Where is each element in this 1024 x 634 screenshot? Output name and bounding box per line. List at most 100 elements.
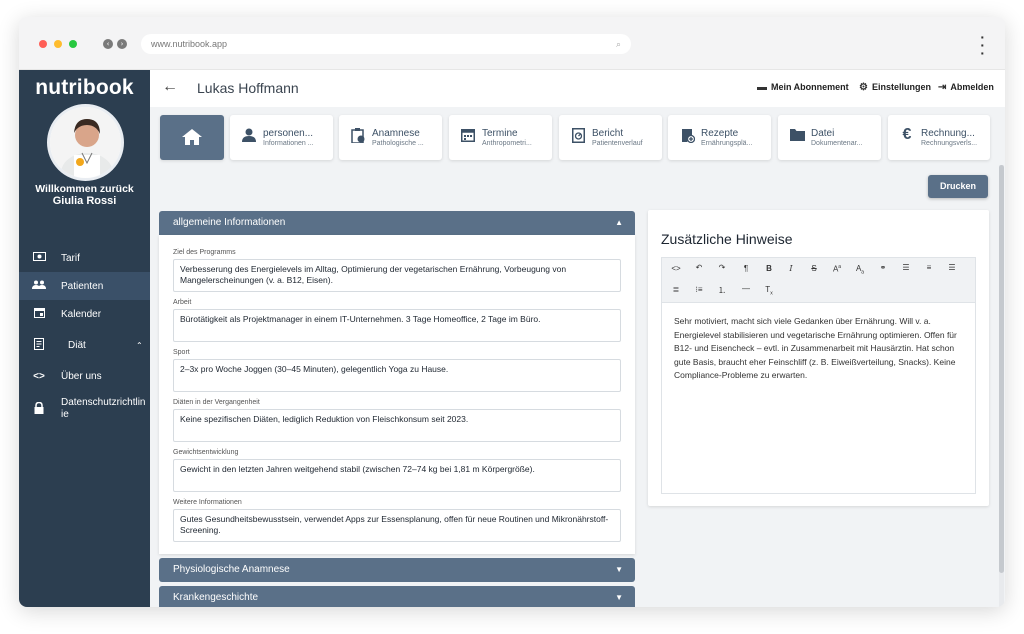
sidebar-item-label: Tarif (61, 252, 80, 264)
field-label: Gewichtsentwicklung (173, 449, 239, 456)
section-title: Krankengeschichte (173, 592, 259, 603)
avatar (47, 104, 124, 181)
editor-toolbar: <> ↶ ↷ ¶ B I S Aa Aa ⚭ ☰ ≡ ☰ ≣ ⁝≡ ⒈ — Tx (661, 257, 976, 303)
people-icon (32, 280, 46, 292)
clear-format-icon[interactable]: Tx (762, 285, 776, 297)
clipboard-icon (349, 128, 367, 147)
general-info-header[interactable]: allgemeine Informationen ▲ (159, 211, 635, 235)
general-info-panel: Ziel des Programms Verbesserung des Ener… (159, 235, 635, 554)
close-window-dot[interactable] (39, 40, 47, 48)
tab-subtitle: Rechnungsverls... (921, 140, 978, 147)
notes-editor[interactable]: Sehr motiviert, macht sich viele Gedanke… (661, 303, 976, 494)
page-header: ← Lukas Hoffmann ▬ Mein Abonnement ⚙ Einst… (150, 70, 1005, 107)
tab-rechnung[interactable]: € Rechnung... Rechnungsverls... (888, 115, 990, 160)
url-bar[interactable]: www.nutribook.app ⌕ (141, 34, 631, 54)
field-label: Weitere Informationen (173, 499, 242, 506)
back-arrow-icon[interactable]: ← (162, 78, 178, 96)
calendar-icon (459, 128, 477, 146)
link-icon[interactable]: ⚭ (876, 263, 890, 272)
url-text: www.nutribook.app (151, 39, 228, 49)
subscription-label: Mein Abonnement (771, 82, 849, 92)
chevron-down-icon: ▼ (615, 565, 623, 574)
horizontal-rule-icon[interactable]: — (739, 284, 753, 293)
tab-title: Rezepte (701, 128, 739, 139)
logout-label: Abmelden (950, 82, 994, 92)
diet-icon (32, 337, 46, 353)
subscription-link[interactable]: ▬ Mein Abonnement (757, 82, 849, 93)
tab-subtitle: Ernährungsplä... (701, 140, 753, 147)
field-label: Ziel des Programms (173, 249, 236, 256)
italic-icon[interactable]: I (784, 264, 798, 273)
page-title: Lukas Hoffmann (197, 80, 299, 96)
field-label: Sport (173, 349, 190, 356)
recipe-icon (678, 128, 696, 147)
strikethrough-icon[interactable]: S (807, 264, 821, 273)
bold-icon[interactable]: B (762, 264, 776, 273)
redo-icon[interactable]: ↷ (715, 263, 729, 272)
tab-title: Bericht (592, 128, 624, 139)
scrollbar-thumb[interactable] (999, 165, 1004, 573)
subscript-icon[interactable]: Aa (853, 264, 867, 276)
code-view-icon[interactable]: <> (669, 264, 683, 273)
medical-history-header[interactable]: Krankengeschichte ▼ (159, 586, 635, 607)
sport-field[interactable]: 2–3x pro Woche Joggen (30–45 Minuten), g… (173, 359, 621, 392)
minimize-window-dot[interactable] (54, 40, 62, 48)
sidebar-item-ueber-uns[interactable]: <> Über uns (19, 362, 150, 390)
section-title: Physiologische Anamnese (173, 564, 290, 575)
undo-icon[interactable]: ↶ (692, 263, 706, 272)
money-icon (32, 252, 46, 264)
tab-subtitle: Informationen ... (263, 140, 314, 147)
tab-anamnese[interactable]: Anamnese Pathologische ... (339, 115, 442, 160)
tab-termine[interactable]: Termine Anthropometri... (449, 115, 552, 160)
tab-rezepte[interactable]: Rezepte Ernährungsplä... (668, 115, 771, 160)
align-center-icon[interactable]: ≡ (922, 263, 936, 272)
browser-chrome: ‹ › www.nutribook.app ⌕ · · · (19, 17, 1005, 70)
justify-icon[interactable]: ≣ (669, 285, 683, 294)
credit-card-icon: ▬ (757, 82, 767, 93)
settings-label: Einstellungen (871, 82, 931, 92)
align-left-icon[interactable]: ☰ (899, 263, 913, 272)
weight-field[interactable]: Gewicht in den letzten Jahren weitgehend… (173, 459, 621, 492)
tab-bericht[interactable]: Bericht Patientenverlauf (559, 115, 662, 160)
align-right-icon[interactable]: ☰ (945, 263, 959, 272)
logout-icon: ⇥ (938, 82, 947, 93)
user-name: Giulia Rossi (52, 195, 117, 207)
sidebar-item-tarif[interactable]: Tarif (19, 244, 150, 272)
superscript-icon[interactable]: Aa (830, 264, 844, 274)
maximize-window-dot[interactable] (69, 40, 77, 48)
physiological-anamnesis-header[interactable]: Physiologische Anamnese ▼ (159, 558, 635, 582)
browser-menu-icon[interactable]: · · · (980, 30, 985, 60)
tab-datei[interactable]: Datei Dokumentenar... (778, 115, 881, 160)
tab-title: Termine (482, 128, 518, 139)
gear-icon: ⚙ (859, 82, 868, 93)
tab-subtitle: Anthropometri... (482, 140, 532, 147)
chevron-up-icon[interactable]: ⌃ (136, 341, 143, 350)
welcome-text: Willkommen zurück (35, 183, 134, 195)
settings-link[interactable]: ⚙ Einstellungen (859, 82, 931, 93)
home-icon (182, 129, 202, 145)
folder-icon (788, 128, 806, 145)
tab-personal-info[interactable]: personen... Informationen ... (230, 115, 333, 160)
numbered-list-icon[interactable]: ⒈ (715, 285, 729, 296)
sidebar-item-diaet[interactable]: Diät ⌃ (19, 331, 150, 359)
sidebar-item-label: Kalender (61, 308, 102, 320)
work-field[interactable]: Bürotätigkeit als Projektmanager in eine… (173, 309, 621, 342)
bullet-list-icon[interactable]: ⁝≡ (692, 285, 706, 294)
lock-icon (32, 401, 46, 417)
browser-back-icon[interactable]: ‹ (103, 39, 113, 49)
further-info-field[interactable]: Gutes Gesundheitsbewusstsein, verwendet … (173, 509, 621, 542)
sidebar-item-patienten[interactable]: Patienten (19, 272, 150, 300)
additional-notes-panel: Zusätzliche Hinweise <> ↶ ↷ ¶ B I S Aa A… (648, 210, 989, 506)
print-button[interactable]: Drucken (928, 175, 988, 198)
goal-field[interactable]: Verbesserung des Energielevels im Alltag… (173, 259, 621, 292)
tab-home[interactable] (160, 115, 224, 160)
sidebar-item-kalender[interactable]: Kalender (19, 300, 150, 328)
logout-link[interactable]: ⇥ Abmelden (938, 82, 994, 93)
sidebar-item-datenschutz[interactable]: Datenschutzrichtlinie (19, 392, 150, 426)
paragraph-icon[interactable]: ¶ (739, 264, 753, 273)
browser-forward-icon[interactable]: › (117, 39, 127, 49)
tab-title: Datei (811, 128, 835, 139)
browser-window: ‹ › www.nutribook.app ⌕ · · · nutribook Wi… (19, 17, 1005, 607)
past-diets-field[interactable]: Keine spezifischen Diäten, lediglich Red… (173, 409, 621, 442)
notes-title: Zusätzliche Hinweise (661, 231, 793, 247)
